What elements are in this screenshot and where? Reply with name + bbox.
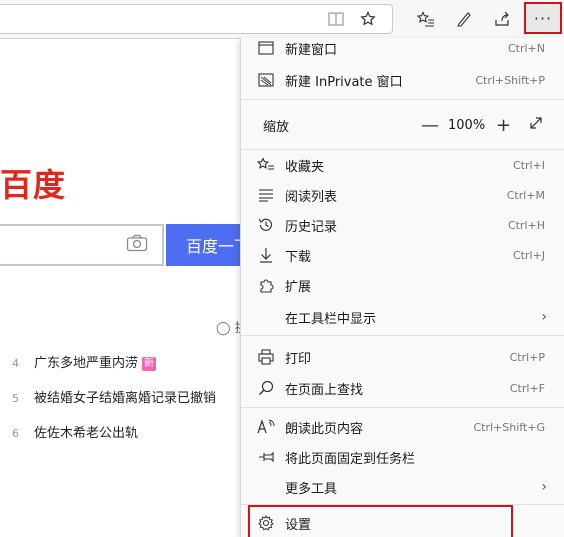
hot-list-item[interactable]: 5 被结婚女子结婚离婚记录已撤销	[12, 387, 216, 406]
pin-icon	[257, 448, 275, 466]
read-aloud-icon	[257, 418, 275, 436]
menu-item-reading-list[interactable]: 阅读列表 Ctrl+M	[241, 180, 564, 210]
reading-view-icon[interactable]	[322, 5, 350, 33]
search-icon	[257, 379, 275, 397]
favorite-star-icon[interactable]	[354, 5, 382, 33]
hot-list-number: 6	[12, 427, 19, 440]
browser-toolbar: ···	[0, 0, 564, 39]
fullscreen-icon[interactable]	[529, 116, 543, 134]
menu-item-label: 阅读列表	[285, 189, 338, 205]
menu-item-label: 在页面上查找	[285, 382, 364, 398]
menu-item-show-in-toolbar[interactable]: 在工具栏中显示 ›	[241, 302, 564, 332]
menu-item-shortcut: Ctrl+J	[512, 248, 545, 262]
inprivate-window-icon	[257, 71, 275, 89]
favorites-list-icon[interactable]	[412, 5, 440, 33]
menu-item-settings[interactable]: 设置	[241, 508, 564, 537]
zoom-out-button[interactable]: —	[421, 115, 439, 136]
menu-item-label: 朗读此页内容	[285, 421, 364, 437]
puzzle-icon	[257, 276, 275, 294]
menu-item-label: 新建 InPrivate 窗口	[285, 74, 403, 90]
download-icon	[257, 246, 275, 264]
menu-item-new-window[interactable]: 新建窗口 Ctrl+N	[241, 38, 564, 63]
menu-item-more-tools[interactable]: 更多工具 ›	[241, 472, 564, 502]
search-button-label: 百度一下	[186, 237, 240, 256]
settings-and-more-button[interactable]: ···	[524, 2, 562, 34]
menu-item-history[interactable]: 历史记录 Ctrl+H	[241, 210, 564, 240]
chevron-right-icon: ›	[541, 479, 547, 495]
menu-item-shortcut: Ctrl+I	[512, 158, 545, 172]
menu-item-shortcut: Ctrl+Shift+G	[473, 420, 545, 434]
menu-item-shortcut: Ctrl+F	[509, 381, 545, 395]
zoom-label: 缩放	[263, 119, 290, 135]
menu-item-label: 打印	[285, 351, 312, 367]
favorites-icon	[257, 156, 275, 174]
menu-item-label: 收藏夹	[285, 159, 325, 175]
menu-divider	[241, 407, 564, 408]
camera-icon[interactable]	[126, 234, 148, 256]
menu-item-find[interactable]: 在页面上查找 Ctrl+F	[241, 373, 564, 403]
baidu-logo: 百度	[0, 166, 67, 204]
menu-divider	[241, 335, 564, 336]
search-button[interactable]: 百度一下	[166, 224, 240, 266]
refresh-icon: ◯	[216, 321, 231, 336]
menu-item-favorites[interactable]: 收藏夹 Ctrl+I	[241, 150, 564, 180]
new-badge: 新	[142, 357, 157, 371]
menu-item-shortcut: Ctrl+N	[507, 41, 545, 55]
menu-divider	[241, 99, 564, 100]
new-window-icon	[257, 39, 275, 57]
reading-list-icon	[257, 186, 275, 204]
hot-list-item[interactable]: 4 广东多地严重内涝新	[12, 352, 157, 371]
menu-item-label: 更多工具	[285, 481, 338, 497]
menu-item-zoom: 缩放 — 100% +	[241, 110, 564, 140]
menu-item-label: 下载	[285, 249, 312, 265]
menu-item-shortcut: Ctrl+P	[509, 350, 545, 364]
pen-icon[interactable]	[450, 5, 478, 33]
printer-icon	[257, 348, 275, 366]
share-icon[interactable]	[488, 5, 516, 33]
menu-item-label: 历史记录	[285, 219, 338, 235]
menu-item-label: 新建窗口	[285, 42, 338, 58]
menu-item-pin-to-taskbar[interactable]: 将此页面固定到任务栏	[241, 442, 564, 472]
menu-item-shortcut: Ctrl+H	[507, 218, 545, 232]
hot-list-number: 5	[12, 392, 19, 405]
hot-list-text: 佐佐木希老公出轨	[34, 426, 139, 441]
hot-list-text: 广东多地严重内涝	[34, 356, 139, 371]
menu-item-label: 在工具栏中显示	[285, 311, 377, 327]
menu-item-new-inprivate[interactable]: 新建 InPrivate 窗口 Ctrl+Shift+P	[241, 65, 564, 95]
menu-item-label: 扩展	[285, 279, 312, 295]
hot-list-item[interactable]: 6 佐佐木希老公出轨	[12, 422, 138, 441]
chevron-right-icon: ›	[541, 309, 547, 325]
settings-and-more-menu: 新建窗口 Ctrl+N 新建 InPrivate 窗口 Ctrl+Shift+P…	[240, 38, 564, 537]
menu-item-read-aloud[interactable]: 朗读此页内容 Ctrl+Shift+G	[241, 412, 564, 442]
menu-item-print[interactable]: 打印 Ctrl+P	[241, 342, 564, 372]
menu-item-extensions[interactable]: 扩展	[241, 270, 564, 300]
gear-icon	[257, 514, 275, 532]
menu-item-shortcut: Ctrl+Shift+P	[475, 73, 545, 87]
more-icon: ···	[533, 8, 553, 28]
menu-item-label: 设置	[285, 517, 312, 533]
zoom-in-button[interactable]: +	[496, 115, 511, 136]
hot-list-text: 被结婚女子结婚离婚记录已撤销	[34, 391, 217, 406]
menu-item-downloads[interactable]: 下载 Ctrl+J	[241, 240, 564, 270]
menu-item-shortcut: Ctrl+M	[506, 188, 545, 202]
hot-list-number: 4	[12, 357, 19, 370]
menu-item-label: 将此页面固定到任务栏	[285, 451, 416, 467]
zoom-level: 100%	[448, 117, 486, 133]
history-icon	[257, 216, 275, 234]
